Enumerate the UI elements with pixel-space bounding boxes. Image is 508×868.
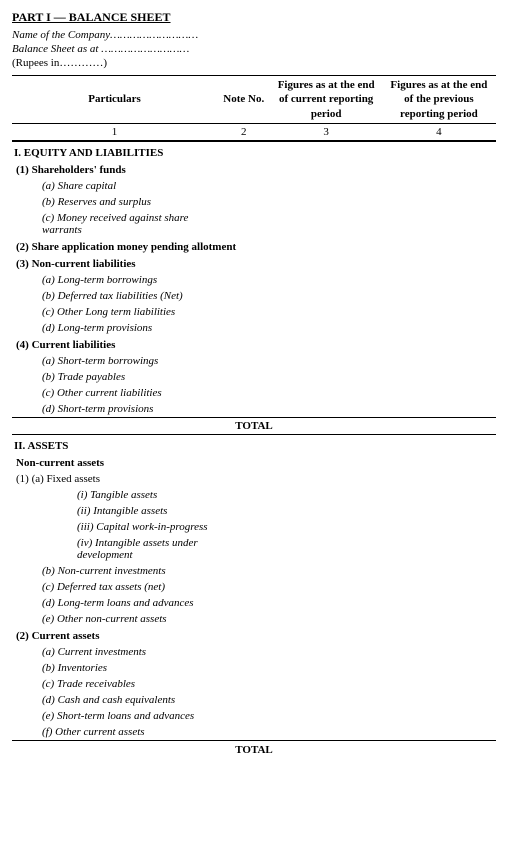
table-row: (2) Current assets (12, 627, 496, 644)
table-row: (c) Trade receivables (12, 676, 496, 692)
table-row: Non-current assets (12, 454, 496, 471)
col-num-3: 3 (271, 123, 382, 140)
table-row: (1) Shareholders' funds (12, 161, 496, 178)
table-row: (b) Deferred tax liabilities (Net) (12, 288, 496, 304)
table-row: (b) Inventories (12, 660, 496, 676)
column-numbers-row: 1 2 3 4 (12, 123, 496, 140)
table-row: (f) Other current assets (12, 724, 496, 741)
table-row: (2) Share application money pending allo… (12, 238, 496, 255)
col-noteno-header: Note No. (217, 76, 271, 124)
table-row: (a) Share capital (12, 178, 496, 194)
table-row: (c) Money received against share warrant… (12, 210, 496, 238)
col-num-4: 4 (382, 123, 496, 140)
table-row: (a) Current investments (12, 644, 496, 660)
table-row: (e) Other non-current assets (12, 611, 496, 627)
table-row: (d) Short-term provisions (12, 401, 496, 418)
table-row: II. ASSETS (12, 434, 496, 454)
table-row: (c) Other Long term liabilities (12, 304, 496, 320)
table-row: (iv) Intangible assets under development (12, 535, 496, 563)
table-row: (a) Short-term borrowings (12, 353, 496, 369)
table-row: (d) Long-term provisions (12, 320, 496, 336)
col-current-header: Figures as at the end of current reporti… (271, 76, 382, 124)
table-row: (4) Current liabilities (12, 336, 496, 353)
table-row: (c) Other current liabilities (12, 385, 496, 401)
table-row: (b) Trade payables (12, 369, 496, 385)
table-header: Particulars Note No. Figures as at the e… (12, 76, 496, 124)
table-row: (c) Deferred tax assets (net) (12, 579, 496, 595)
table-row: (e) Short-term loans and advances (12, 708, 496, 724)
table-row: TOTAL (12, 417, 496, 434)
table-row: (d) Cash and cash equivalents (12, 692, 496, 708)
bottom-total-row: TOTAL (12, 740, 496, 758)
rupees-label: (Rupees in…………) (12, 57, 496, 69)
table-row: (b) Reserves and surplus (12, 194, 496, 210)
table-row: (d) Long-term loans and advances (12, 595, 496, 611)
table-row: (ii) Intangible assets (12, 503, 496, 519)
col-previous-header: Figures as at the end of the previous re… (382, 76, 496, 124)
table-row: (b) Non-current investments (12, 563, 496, 579)
page-title: PART I — BALANCE SHEET (12, 10, 496, 25)
col-num-1: 1 (12, 123, 217, 140)
table-row: I. EQUITY AND LIABILITIES (12, 141, 496, 161)
company-name: Name of the Company……………………… (12, 29, 496, 41)
col-particulars-header: Particulars (12, 76, 217, 124)
balance-sheet-date: Balance Sheet as at ……………………… (12, 43, 496, 55)
table-row: (3) Non-current liabilities (12, 255, 496, 272)
col-num-2: 2 (217, 123, 271, 140)
table-row: (a) Long-term borrowings (12, 272, 496, 288)
table-row: (iii) Capital work-in-progress (12, 519, 496, 535)
table-row: (1) (a) Fixed assets (12, 471, 496, 487)
table-row: (i) Tangible assets (12, 487, 496, 503)
